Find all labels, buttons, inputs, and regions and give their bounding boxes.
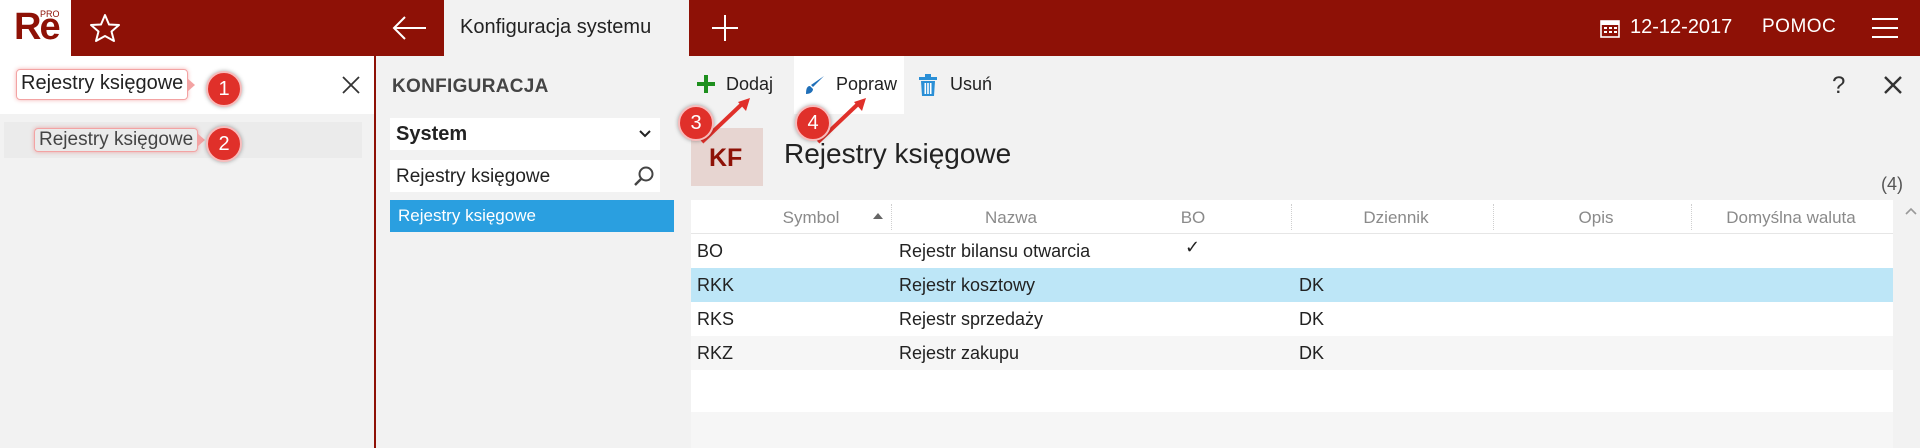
cell-nazwa: Rejestr zakupu bbox=[899, 343, 1020, 363]
hamburger-icon bbox=[1872, 18, 1898, 38]
column-separator bbox=[1493, 204, 1494, 230]
search-result-item[interactable]: Rejestry księgowe bbox=[4, 122, 362, 158]
close-view-button[interactable] bbox=[1882, 74, 1904, 96]
callout-badge-4: 4 bbox=[795, 105, 831, 141]
callout-badge-3: 3 bbox=[678, 105, 714, 141]
back-arrow-icon bbox=[392, 16, 426, 40]
clear-search-button[interactable] bbox=[340, 74, 362, 96]
menu-search-panel: Rejestry księgowe Rejestry księgowe bbox=[0, 56, 374, 448]
menu-search-row: Rejestry księgowe bbox=[0, 56, 374, 114]
column-header-nazwa[interactable]: Nazwa bbox=[921, 208, 1101, 228]
cell-dziennik: DK bbox=[1299, 275, 1325, 295]
column-header-opis[interactable]: Opis bbox=[1536, 208, 1656, 228]
column-separator bbox=[891, 204, 892, 230]
cell-dziennik: DK bbox=[1299, 309, 1325, 329]
column-header-symbol[interactable]: Symbol bbox=[751, 208, 871, 228]
registers-table: Symbol Nazwa BO Dziennik Opis Domyślna w… bbox=[691, 200, 1893, 448]
tab-konfiguracja-systemu[interactable]: Konfiguracja systemu bbox=[444, 0, 689, 56]
delete-button[interactable]: Usuń bbox=[914, 56, 1002, 114]
table-row[interactable]: BO Rejestr bilansu otwarcia ✓ bbox=[691, 234, 1893, 268]
app-logo[interactable]: Re PRO bbox=[0, 0, 71, 56]
trash-icon bbox=[919, 74, 937, 96]
calendar-icon[interactable] bbox=[1600, 18, 1620, 38]
callout-badge-1: 1 bbox=[206, 71, 242, 107]
help-button[interactable]: ? bbox=[1832, 72, 1845, 100]
scroll-up-button[interactable] bbox=[1904, 204, 1918, 218]
table-row[interactable]: RKK Rejestr kosztowy DK bbox=[691, 268, 1893, 302]
delete-label: Usuń bbox=[950, 74, 993, 94]
edit-label: Popraw bbox=[836, 74, 898, 94]
current-date[interactable]: 12-12-2017 bbox=[1630, 16, 1732, 39]
star-icon bbox=[90, 14, 120, 42]
menu-search-input[interactable]: Rejestry księgowe bbox=[16, 69, 196, 100]
cell-nazwa: Rejestr kosztowy bbox=[899, 275, 1036, 295]
close-icon bbox=[1884, 76, 1902, 94]
table-header: Symbol Nazwa BO Dziennik Opis Domyślna w… bbox=[691, 200, 1893, 234]
config-item-rejestry[interactable]: Rejestry księgowe bbox=[390, 200, 674, 232]
help-menu[interactable]: POMOC bbox=[1762, 16, 1836, 38]
table-row[interactable]: RKZ Rejestr zakupu DK bbox=[691, 336, 1893, 370]
chevron-down-icon bbox=[639, 130, 651, 138]
callout-badge-2: 2 bbox=[206, 126, 242, 162]
sort-up-icon bbox=[873, 213, 883, 219]
add-label: Dodaj bbox=[726, 74, 774, 94]
search-icon[interactable] bbox=[632, 164, 656, 188]
cell-symbol: RKZ bbox=[697, 343, 733, 363]
column-header-bo[interactable]: BO bbox=[1163, 208, 1223, 228]
add-icon bbox=[697, 75, 715, 93]
cell-dziennik: DK bbox=[1299, 343, 1325, 363]
dropdown-value: System bbox=[396, 123, 468, 145]
config-search-input[interactable]: Rejestry księgowe bbox=[390, 160, 660, 192]
close-icon bbox=[342, 76, 360, 94]
cell-symbol: BO bbox=[697, 241, 724, 261]
config-title: KONFIGURACJA bbox=[392, 76, 549, 97]
cell-nazwa: Rejestr sprzedaży bbox=[899, 309, 1044, 329]
module-dropdown[interactable]: System bbox=[390, 118, 660, 150]
back-button[interactable] bbox=[390, 12, 430, 44]
logo-sup: PRO bbox=[40, 9, 60, 19]
search-result-label: Rejestry księgowe bbox=[34, 128, 206, 152]
column-separator bbox=[1691, 204, 1692, 230]
cell-symbol: RKS bbox=[697, 309, 735, 329]
column-separator bbox=[1291, 204, 1292, 230]
favorites-button[interactable] bbox=[88, 12, 122, 44]
configuration-panel: KONFIGURACJA System Rejestry księgowe Re… bbox=[376, 56, 674, 448]
new-tab-button[interactable] bbox=[708, 11, 742, 45]
config-item-label: Rejestry księgowe bbox=[398, 206, 536, 225]
column-header-dziennik[interactable]: Dziennik bbox=[1321, 208, 1471, 228]
record-count: (4) bbox=[1881, 174, 1903, 194]
brush-icon bbox=[806, 76, 824, 94]
chevron-up-icon bbox=[1905, 207, 1917, 215]
table-row[interactable]: RKS Rejestr sprzedaży DK bbox=[691, 302, 1893, 336]
top-bar: Re PRO Konfiguracja systemu 12-12-2017 P… bbox=[0, 0, 1920, 56]
main-menu-button[interactable] bbox=[1870, 16, 1900, 40]
table-empty-row bbox=[691, 412, 1893, 448]
cell-nazwa: Rejestr bilansu otwarcia bbox=[899, 241, 1091, 261]
cell-symbol: RKK bbox=[697, 275, 735, 295]
tab-label: Konfiguracja systemu bbox=[460, 16, 652, 38]
plus-icon bbox=[712, 15, 738, 41]
config-search-value: Rejestry księgowe bbox=[396, 166, 551, 187]
checkmark-icon: ✓ bbox=[1185, 237, 1201, 257]
column-header-waluta[interactable]: Domyślna waluta bbox=[1711, 208, 1871, 228]
